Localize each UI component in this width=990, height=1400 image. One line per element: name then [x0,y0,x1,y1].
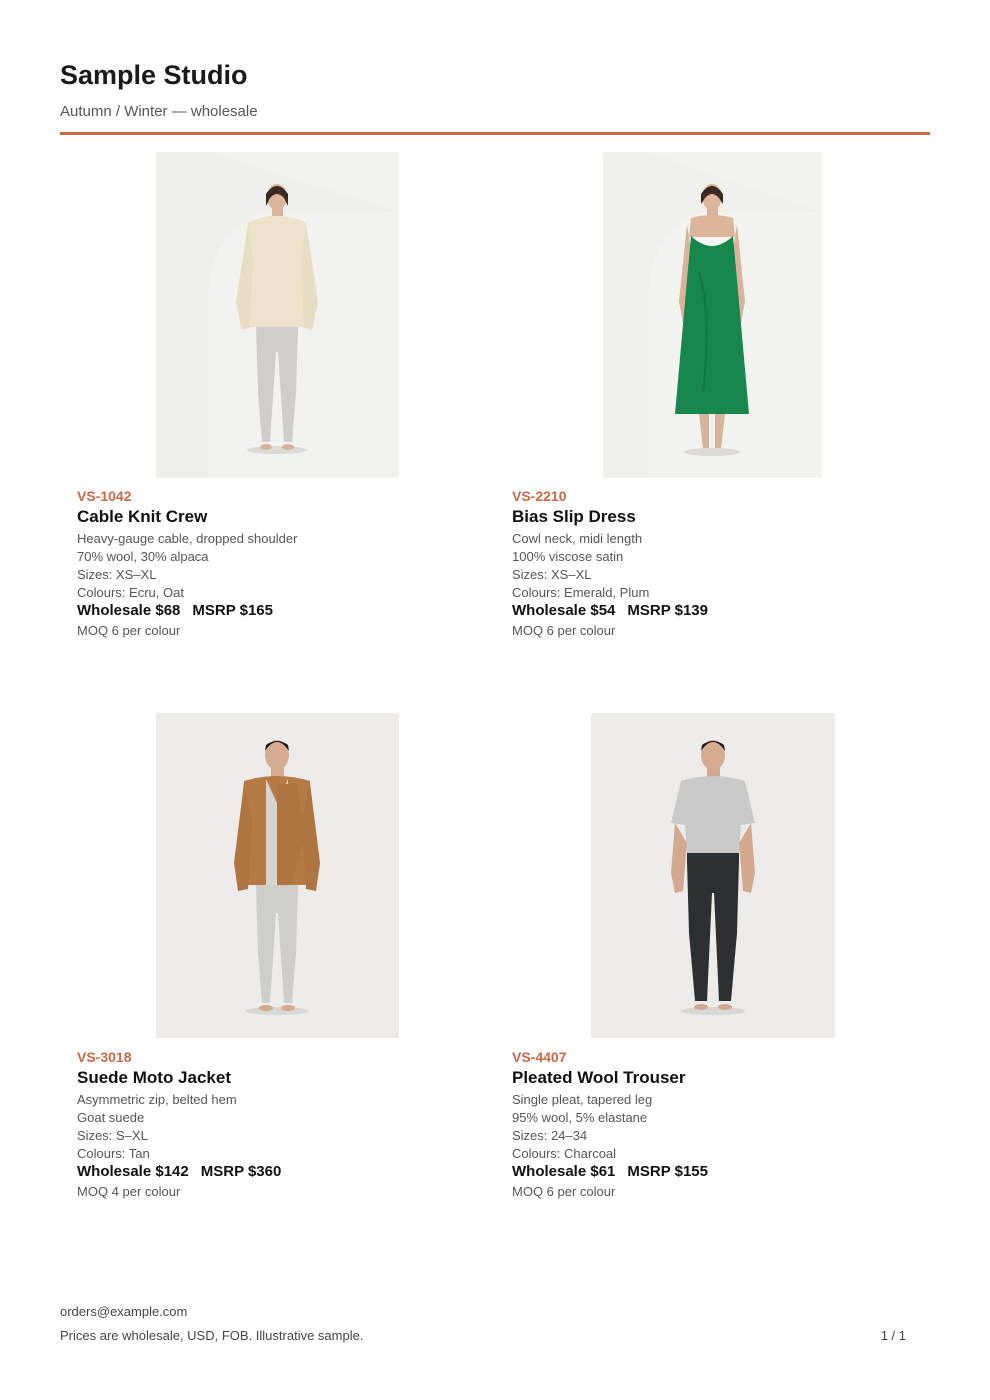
product-moq: MOQ 4 per colour [77,1184,181,1199]
product-material: 95% wool, 5% elastane [512,1110,648,1125]
msrp-price: MSRP $155 [627,1163,708,1180]
msrp-price: MSRP $139 [627,602,708,619]
product-sku: VS-3018 [77,1049,132,1065]
catalog-subtitle: Autumn / Winter — wholesale [60,103,258,120]
product-photo-trouser-model [591,713,835,1038]
product-photo-sweater-model [156,152,399,478]
product-moq: MOQ 6 per colour [512,623,616,638]
product-material: Goat suede [77,1110,145,1125]
product-description: Asymmetric zip, belted hem [77,1092,237,1107]
product-name: Cable Knit Crew [77,507,208,526]
product-photo-jacket-model [156,713,399,1038]
product-sizes: Sizes: S–XL [77,1128,148,1143]
msrp-price: MSRP $360 [200,1163,282,1180]
product-material: 100% viscose satin [512,549,624,564]
msrp-price: MSRP $165 [192,602,273,619]
product-pricing: Wholesale $142 MSRP $360 [77,1163,281,1180]
brand-title: Sample Studio [60,60,248,90]
product-pricing: Wholesale $68 MSRP $165 [77,602,273,619]
product-description: Cowl neck, midi length [512,531,643,546]
product-sizes: Sizes: XS–XL [77,567,157,582]
product-colours: Colours: Tan [77,1146,150,1161]
product-description: Heavy-gauge cable, dropped shoulder [77,531,298,546]
footer-note: Prices are wholesale, USD, FOB. Illustra… [60,1328,364,1343]
wholesale-price: Wholesale $68 [77,602,181,619]
product-colours: Colours: Charcoal [512,1146,617,1161]
product-colours: Colours: Ecru, Oat [77,585,184,600]
product-sku: VS-1042 [77,488,132,504]
wholesale-price: Wholesale $142 [77,1163,189,1180]
product-pricing: Wholesale $54 MSRP $139 [512,602,708,619]
product-sizes: Sizes: XS–XL [512,567,592,582]
product-material: 70% wool, 30% alpaca [77,549,209,564]
product-moq: MOQ 6 per colour [512,1184,616,1199]
product-colours: Colours: Emerald, Plum [512,585,650,600]
product-sku: VS-4407 [512,1049,567,1065]
wholesale-price: Wholesale $54 [512,602,616,619]
header-rule [60,132,930,135]
product-sizes: Sizes: 24–34 [512,1128,588,1143]
product-pricing: Wholesale $61 MSRP $155 [512,1163,708,1180]
page-number: 1 / 1 [880,1328,906,1343]
product-description: Single pleat, tapered leg [512,1092,653,1107]
footer-email-link[interactable]: orders@example.com [60,1304,187,1319]
product-name: Bias Slip Dress [512,507,636,526]
product-name: Suede Moto Jacket [77,1068,231,1087]
product-name: Pleated Wool Trouser [512,1068,686,1087]
product-photo-dress-model [603,152,822,478]
product-sku: VS-2210 [512,488,567,504]
product-moq: MOQ 6 per colour [77,623,181,638]
wholesale-price: Wholesale $61 [512,1163,616,1180]
